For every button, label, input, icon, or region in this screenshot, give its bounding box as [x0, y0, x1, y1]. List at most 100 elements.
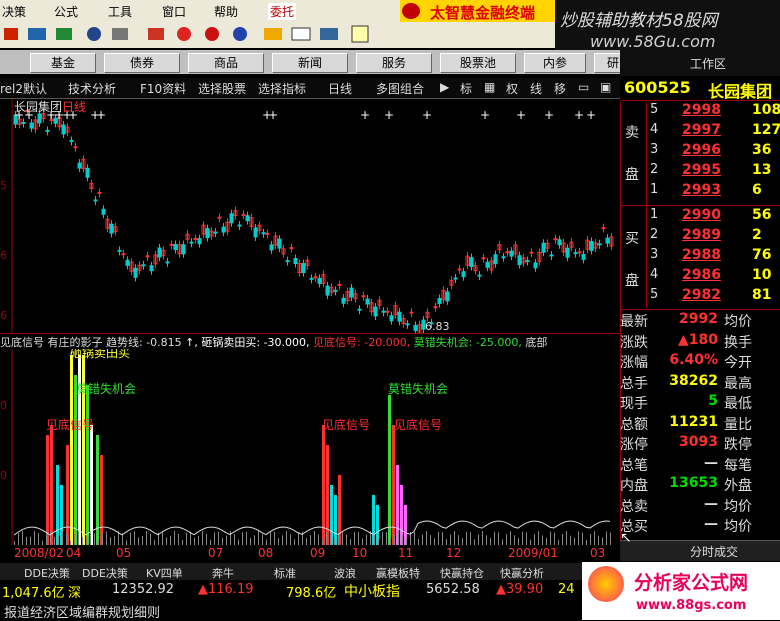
indicator-bar	[498, 532, 499, 545]
layout-default-tab[interactable]: rel2默认	[0, 80, 47, 97]
menu-tools[interactable]: 工具	[108, 3, 132, 20]
tab-line[interactable]: 线	[530, 80, 542, 97]
sz-index: 12352.92	[112, 582, 175, 597]
candle-body	[181, 244, 186, 255]
tab-mark[interactable]: 标	[460, 80, 472, 97]
indicator-bar	[278, 538, 279, 545]
candle-body	[37, 113, 42, 124]
signal-marker: +	[96, 108, 106, 122]
quote-label-right: 均价	[724, 519, 752, 535]
ask-price: 2998	[682, 102, 721, 118]
candle-body	[549, 254, 554, 257]
candle-body	[457, 268, 462, 271]
indicator-bar	[194, 537, 195, 545]
bid-level: 1	[650, 207, 659, 222]
menu-decision[interactable]: 决策	[2, 3, 26, 20]
indicator-bar	[506, 534, 507, 545]
quote-bottom-divider	[620, 309, 780, 310]
candle-body	[93, 199, 98, 202]
price-chart[interactable]: + + ++++ ++ ++ + + + + + + + + 6.83 5 6 6	[0, 99, 620, 334]
candle-body	[241, 213, 246, 216]
candle-body	[149, 265, 154, 272]
tab-select-indicator[interactable]: 选择指标	[258, 80, 306, 97]
candle-body	[77, 162, 82, 169]
status-extra: 24	[558, 582, 575, 597]
nav-insider-button[interactable]: 内参	[524, 53, 586, 73]
tick-trade-button[interactable]: 分时成交	[690, 543, 738, 560]
window-toggle-icon[interactable]: ▭	[578, 80, 589, 94]
bottom-tab[interactable]: 奔牛	[212, 565, 234, 581]
indicator-bar	[142, 535, 143, 545]
close-panel-icon[interactable]: ▣	[600, 80, 611, 94]
toolbar-icons[interactable]	[0, 22, 555, 48]
bottom-tab[interactable]: 赢模板特	[376, 565, 420, 581]
nav-commodity-button[interactable]: 商品	[188, 53, 264, 73]
indicator-bar	[290, 534, 291, 545]
grid-small-icon[interactable]: ▦	[484, 80, 495, 94]
candle-body	[453, 277, 458, 280]
signal-marker: +	[360, 108, 370, 122]
annotation-bottom-3: 见底信号	[394, 417, 442, 432]
quote-value: 38262	[669, 372, 718, 389]
menu-help[interactable]: 帮助	[214, 3, 238, 20]
quote-label: 总额	[620, 416, 648, 433]
menu-trade[interactable]: 委托	[268, 3, 297, 20]
indicator-bar	[326, 532, 327, 545]
indicator-chart[interactable]: 0 0 砸锅卖田买 莫错失机会 见底信号 见底信号 见底信号 莫错失机会	[0, 349, 620, 545]
candle-body	[509, 250, 514, 257]
tab-technical-analysis[interactable]: 技术分析	[68, 80, 116, 97]
tab-daily[interactable]: 日线	[328, 80, 352, 97]
bottom-tab[interactable]: DDE决策	[82, 565, 128, 581]
candle-body	[217, 216, 222, 219]
bottom-tab[interactable]: 快赢分析	[500, 565, 544, 581]
tab-move[interactable]: 移	[554, 80, 566, 97]
nav-service-button[interactable]: 服务	[356, 53, 432, 73]
bottom-tab[interactable]: 快赢持仓	[440, 565, 484, 581]
grid-icon	[28, 28, 46, 40]
stop-icon	[177, 27, 191, 41]
candle-body	[365, 298, 370, 305]
news-ticker[interactable]: 报道经济区域编群规划细则	[4, 602, 160, 621]
tab-f10[interactable]: F10资料	[140, 80, 186, 97]
nav-stockpool-button[interactable]: 股票池	[440, 53, 516, 73]
bottom-tab[interactable]: DDE决策	[24, 565, 70, 581]
candle-body	[157, 247, 162, 258]
toolbar-icon-group[interactable]	[4, 25, 369, 43]
quote-label: 内盘	[620, 478, 648, 494]
play-icon[interactable]: ▶	[440, 80, 449, 94]
quote-value: 2992	[679, 311, 718, 327]
candle-body	[349, 287, 354, 298]
bottom-tab[interactable]: KV四单	[146, 565, 183, 581]
candle-body	[21, 122, 26, 125]
nav-fund-button[interactable]: 基金	[30, 53, 96, 73]
indicator-bar	[518, 538, 519, 545]
nav-bond-button[interactable]: 债券	[104, 53, 180, 73]
bottom-tab[interactable]: 标准	[274, 565, 296, 581]
indicator-bar	[354, 532, 355, 545]
candle-body	[173, 244, 178, 251]
indicator-bar	[110, 537, 111, 545]
tab-select-stock[interactable]: 选择股票	[198, 80, 246, 97]
indicator-bar	[466, 531, 467, 545]
menu-formula[interactable]: 公式	[54, 3, 78, 20]
indicator-bar	[138, 537, 139, 545]
nav-news-button[interactable]: 新闻	[272, 53, 348, 73]
sz-change: ▲116.19	[198, 582, 254, 597]
menu-window[interactable]: 窗口	[162, 3, 186, 20]
indicator-bar	[74, 375, 77, 545]
candle-body	[245, 215, 250, 222]
indicator-bar	[438, 531, 439, 545]
workspace-button[interactable]: 工作区	[690, 55, 726, 72]
quote-label-right: 最低	[724, 396, 752, 412]
chart-stock-title: 长园集团	[14, 100, 63, 114]
date-label: 12	[446, 546, 462, 560]
indicator-bar	[122, 533, 123, 545]
candle-body	[601, 227, 606, 230]
candle-body	[573, 252, 578, 255]
tab-rights[interactable]: 权	[506, 80, 518, 97]
quote-label: 总手	[620, 375, 648, 392]
bid-level: 5	[650, 287, 659, 302]
tab-multi-chart[interactable]: 多图组合	[376, 80, 424, 97]
watermark-url: www.58Gu.com	[590, 32, 716, 51]
bottom-tab[interactable]: 波浪	[334, 565, 356, 581]
